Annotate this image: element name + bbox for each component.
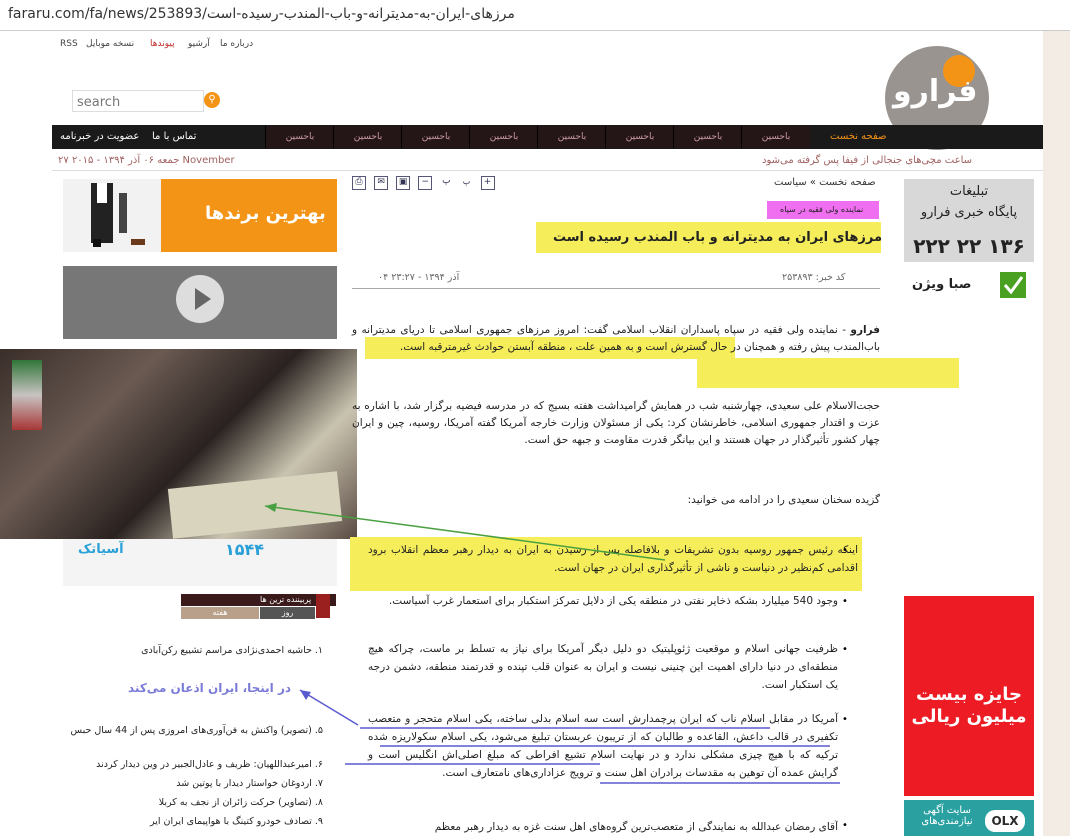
- green-arrow-line: [264, 505, 666, 561]
- checkmark-icon: [1000, 272, 1026, 298]
- ad-phone: ۲۲۲ ۲۲ ۱۳۶: [913, 234, 1025, 258]
- olx-logo: OLX: [985, 810, 1025, 832]
- ad-subtitle: پایگاه خبری فرارو: [920, 205, 1018, 220]
- green-arrow-head: [265, 503, 277, 512]
- ad-title: تبلیغات: [949, 184, 989, 199]
- prize-line-1: جایزه بیست: [915, 684, 1023, 705]
- saba-logo-text: صبا ویژن: [912, 277, 972, 292]
- olx-text: سایت آگهی نیازمندی‌های: [921, 805, 973, 827]
- prize-line-2: میلیون ریالی: [911, 706, 1027, 727]
